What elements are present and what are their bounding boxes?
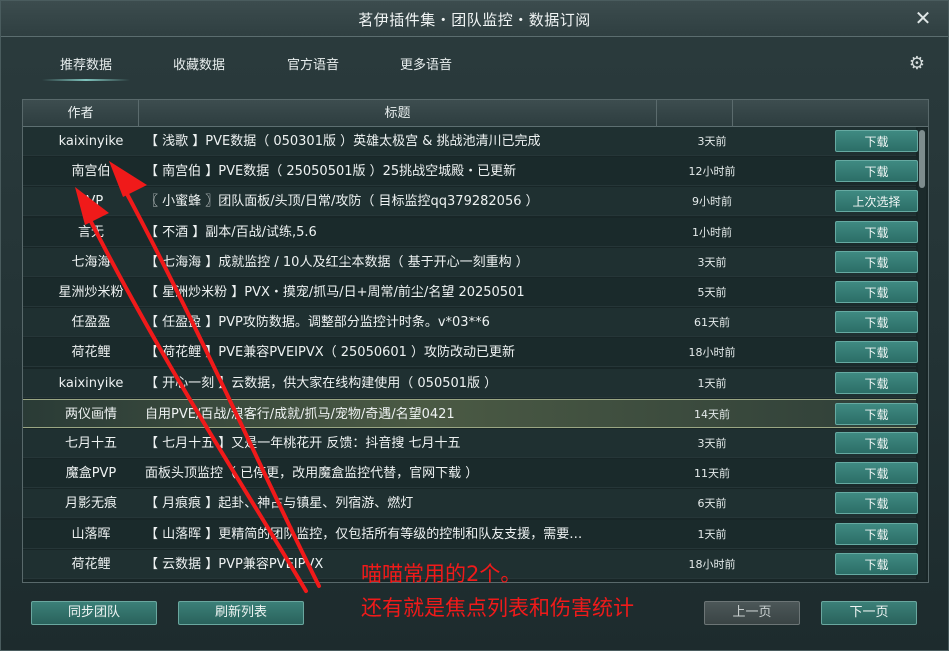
window-title: 茗伊插件集・团队监控・数据订阅: [358, 11, 591, 29]
row-title: 〖 小蜜蜂 〗团队面板/头顶/日常/攻防（ 目标监控qq379282056 ）: [145, 194, 539, 210]
table-row[interactable]: 魔盒PVP 面板头顶监控（ 已停更，改用魔盒监控代替，官网下载 ） 11天前 下载: [23, 459, 918, 489]
title-bar: 茗伊插件集・团队监控・数据订阅 ✕: [1, 1, 948, 37]
row-time: 61天前: [694, 316, 730, 330]
download-button[interactable]: 下载: [835, 250, 918, 273]
table-row[interactable]: PVP 〖 小蜜蜂 〗团队面板/头顶/日常/攻防（ 目标监控qq379282056…: [23, 187, 918, 217]
refresh-list-button[interactable]: 刷新列表: [178, 601, 304, 625]
row-time: 12小时前: [688, 165, 736, 179]
download-button[interactable]: 下载: [835, 311, 918, 334]
row-title: 【 七月十五 】又是一年桃花开 反馈：抖音搜 七月十五: [145, 436, 461, 451]
row-time: 3天前: [697, 255, 727, 269]
download-button[interactable]: 下载: [835, 522, 918, 545]
table-row[interactable]: 七海海【 七海海 】成就监控 / 10人及红尘本数据（ 基于开心一刻重构 ） 3天…: [23, 247, 918, 277]
table-body: kaixinyike 【 浅歌 】PVE数据（ 050301版 ）英雄太极宫 & …: [23, 127, 928, 582]
table-row[interactable]: 南宫伯【 南宫伯 】PVE数据（ 25050501版 ）25挑战空城殿・已更新 1…: [23, 157, 918, 187]
table-row[interactable]: kaixinyike 【 开心一刻 】云数据，供大家在线构建使用（ 050501版…: [23, 368, 918, 398]
plugin-window: 茗伊插件集・团队监控・数据订阅 ✕ 推荐数据 收藏数据 官方语音 更多语音 ⚙ …: [0, 0, 949, 651]
table-row[interactable]: 七月十五【 七月十五 】又是一年桃花开 反馈：抖音搜 七月十五 3天前 下载: [23, 429, 918, 458]
download-button[interactable]: 下载: [835, 160, 918, 183]
table-row[interactable]: kaixinyike 【 浅歌 】PVE数据（ 050301版 ）英雄太极宫 & …: [23, 127, 918, 156]
table-row[interactable]: 月影无痕【 月痕痕 】起卦、神占与镇星、列宿游、燃灯 6天前 下载: [23, 489, 918, 519]
scroll-thumb[interactable]: [919, 130, 925, 188]
row-title: 【 山落晖 】更精简的团队监控，仅包括所有等级的控制和队友支援，需要…: [145, 526, 583, 542]
prev-page-button[interactable]: 上一页: [704, 601, 800, 625]
download-button[interactable]: 下载: [835, 552, 918, 575]
download-button[interactable]: 下载: [835, 220, 918, 243]
row-time: 1小时前: [692, 225, 732, 239]
download-button[interactable]: 下载: [835, 492, 918, 515]
download-button[interactable]: 下载: [835, 130, 918, 152]
header-author[interactable]: 作者: [23, 100, 139, 127]
download-button[interactable]: 下载: [835, 462, 918, 485]
row-time: 3天前: [697, 135, 727, 148]
table-row[interactable]: 言无【 不酒 】副本/百战/试练,5.6 1小时前 下载: [23, 217, 918, 247]
download-button[interactable]: 下载: [835, 371, 918, 394]
row-title: 【 荷花鲤 】PVE兼容PVEIPVX（ 25050601 ）攻防改动已更新: [145, 345, 516, 361]
download-button[interactable]: 下载: [835, 341, 918, 364]
row-title: 【 南宫伯 】PVE数据（ 25050501版 ）25挑战空城殿・已更新: [145, 164, 517, 180]
row-time: 1天前: [697, 376, 727, 390]
tab-favorites[interactable]: 收藏数据: [149, 53, 249, 81]
row-title: 【 星洲炒米粉 】PVX・摸宠/抓马/日+周常/前尘/名望 20250501: [145, 285, 525, 300]
tab-bar: 推荐数据 收藏数据 官方语音 更多语音: [21, 53, 931, 83]
table-row[interactable]: 荷花鲤【 荷花鲤 】PVE兼容PVEIPVX（ 25050601 ）攻防改动已更…: [23, 338, 918, 368]
next-page-button[interactable]: 下一页: [821, 601, 917, 625]
row-time: 5天前: [697, 286, 727, 299]
table-row[interactable]: 星洲炒米粉【 星洲炒米粉 】PVX・摸宠/抓马/日+周常/前尘/名望 20250…: [23, 278, 918, 307]
scrollbar[interactable]: [918, 128, 926, 580]
row-title: 【 开心一刻 】云数据，供大家在线构建使用（ 050501版 ）: [145, 375, 498, 391]
row-time: 6天前: [697, 497, 727, 511]
header-title[interactable]: 标题: [139, 100, 657, 127]
download-button[interactable]: 下载: [835, 402, 918, 425]
tab-official-voice[interactable]: 官方语音: [263, 53, 363, 81]
row-time: 9小时前: [692, 195, 732, 209]
header-action: [733, 100, 928, 127]
header-time: [657, 100, 733, 127]
row-time: 18小时前: [688, 346, 736, 360]
download-button[interactable]: 下载: [835, 281, 918, 303]
subscription-table: 作者 标题 kaixinyike 【 浅歌 】PVE数据（ 050301版 ）英雄…: [22, 99, 929, 583]
row-title: 自用PVE/百战/浪客行/成就/抓马/宠物/奇遇/名望0421: [145, 406, 455, 422]
row-time: 14天前: [694, 407, 730, 421]
gear-icon[interactable]: ⚙: [906, 53, 928, 75]
annotation-line-2: 还有就是焦点列表和伤害统计: [361, 596, 634, 620]
row-time: 18小时前: [688, 557, 736, 571]
table-row[interactable]: 山落晖【 山落晖 】更精简的团队监控，仅包括所有等级的控制和队友支援，需要… 1天…: [23, 519, 918, 549]
row-title: 【 任盈盈 】PVP攻防数据。调整部分监控计时条。v*03**6: [145, 315, 490, 331]
table-row[interactable]: 两仪画情 自用PVE/百战/浪客行/成就/抓马/宠物/奇遇/名望0421 14天前下…: [23, 398, 918, 428]
row-title: 【 月痕痕 】起卦、神占与镇星、列宿游、燃灯: [145, 496, 414, 512]
tab-recommended[interactable]: 推荐数据: [36, 53, 136, 81]
row-title: 【 浅歌 】PVE数据（ 050301版 ）英雄太极宫 & 挑战池清川已完成: [145, 134, 541, 149]
row-time: 3天前: [697, 437, 727, 450]
row-title: 面板头顶监控（ 已停更，改用魔盒监控代替，官网下载 ）: [145, 466, 479, 482]
row-time: 11天前: [694, 467, 730, 481]
download-button[interactable]: 下载: [835, 432, 918, 454]
table-header: 作者 标题: [23, 100, 928, 127]
row-time: 1天前: [697, 527, 727, 541]
row-title: 【 七海海 】成就监控 / 10人及红尘本数据（ 基于开心一刻重构 ）: [145, 254, 529, 270]
annotation-line-1: 喵喵常用的2个。: [361, 562, 522, 586]
tab-more-voice[interactable]: 更多语音: [376, 53, 476, 81]
close-icon[interactable]: ✕: [912, 7, 934, 29]
sync-team-button[interactable]: 同步团队: [31, 601, 157, 625]
last-choice-button[interactable]: 上次选择: [835, 190, 918, 213]
row-title: 【 不酒 】副本/百战/试练,5.6: [145, 224, 317, 240]
table-row[interactable]: 任盈盈【 任盈盈 】PVP攻防数据。调整部分监控计时条。v*03**6 61天前下…: [23, 308, 918, 338]
